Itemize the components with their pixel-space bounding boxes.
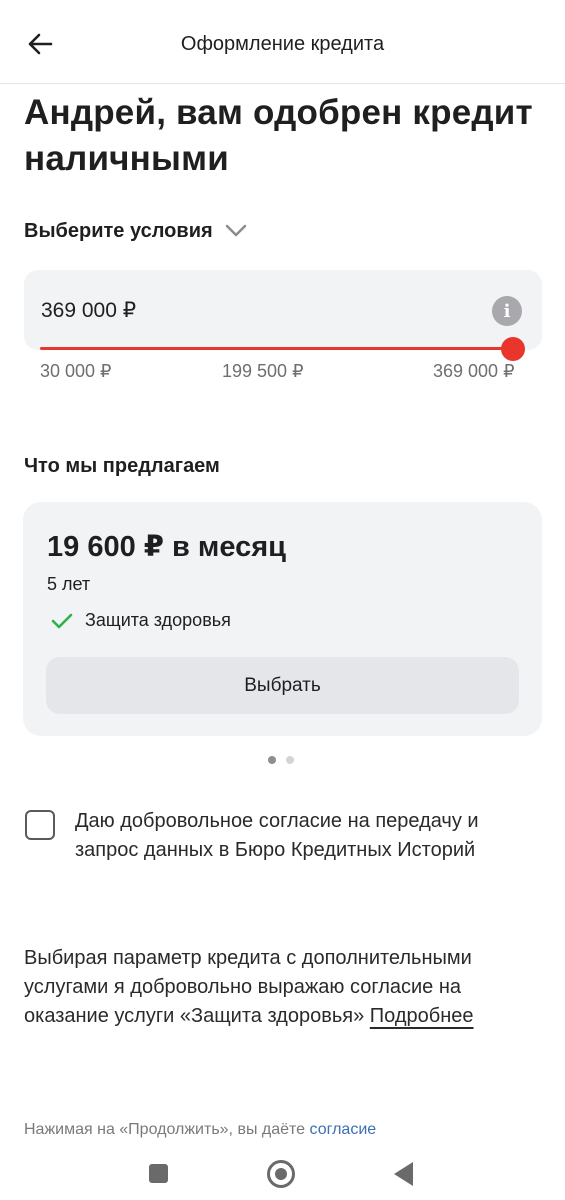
back-triangle-icon[interactable] bbox=[394, 1162, 413, 1186]
offers-heading: Что мы предлагаем bbox=[24, 455, 220, 477]
footer-consent-note: Нажимая на «Продолжить», вы даёте соглас… bbox=[24, 1121, 554, 1139]
footer-text: Нажимая на «Продолжить», вы даёте bbox=[24, 1121, 306, 1138]
bki-consent-text[interactable]: Даю добровольное согласие на передачу и … bbox=[75, 807, 545, 865]
consent-link[interactable]: согласие bbox=[310, 1121, 377, 1138]
approval-headline: Андрей, вам одобрен кредит наличными bbox=[24, 93, 533, 178]
conditions-dropdown[interactable]: Выберите условия bbox=[24, 216, 247, 246]
more-details-link[interactable]: Подробнее bbox=[370, 1005, 474, 1027]
offer-feature-label: Защита здоровья bbox=[85, 610, 231, 630]
recents-square-icon[interactable] bbox=[149, 1164, 168, 1183]
amount-slider-track[interactable] bbox=[40, 347, 513, 350]
select-offer-button[interactable]: Выбрать bbox=[46, 657, 519, 714]
home-dot bbox=[275, 1168, 287, 1180]
top-app-bar: Оформление кредита bbox=[0, 0, 565, 84]
info-icon[interactable]: i bbox=[492, 296, 522, 326]
slider-min-label: 30 000 ₽ bbox=[40, 361, 112, 381]
slider-mid-label: 199 500 ₽ bbox=[222, 361, 304, 381]
offer-term: 5 лет bbox=[47, 574, 91, 594]
offer-pager bbox=[268, 756, 294, 764]
conditions-label: Выберите условия bbox=[24, 219, 213, 242]
offer-monthly-payment: 19 600 ₽ в месяц bbox=[47, 531, 286, 563]
credit-application-screen: Оформление кредита Андрей, вам одобрен к… bbox=[0, 0, 565, 1200]
offer-card: 19 600 ₽ в месяц 5 лет Защита здоровья В… bbox=[23, 502, 542, 736]
pager-dot-active[interactable] bbox=[268, 756, 276, 764]
chevron-down-icon bbox=[225, 224, 246, 237]
pager-dot[interactable] bbox=[286, 756, 294, 764]
offer-feature: Защита здоровья bbox=[51, 610, 231, 631]
home-circle-icon[interactable] bbox=[267, 1160, 295, 1188]
slider-max-label: 369 000 ₽ bbox=[433, 361, 515, 381]
page-title: Оформление кредита bbox=[180, 33, 385, 55]
bki-consent-checkbox[interactable] bbox=[25, 810, 55, 840]
amount-value: 369 000 ₽ bbox=[41, 299, 137, 322]
amount-slider-thumb[interactable] bbox=[501, 337, 525, 361]
system-navigation-bar bbox=[0, 1148, 565, 1200]
check-icon bbox=[51, 613, 73, 628]
amount-field[interactable]: 369 000 ₽ i bbox=[24, 270, 542, 350]
insurance-disclaimer: Выбирая параметр кредита с дополнительны… bbox=[24, 944, 544, 1031]
